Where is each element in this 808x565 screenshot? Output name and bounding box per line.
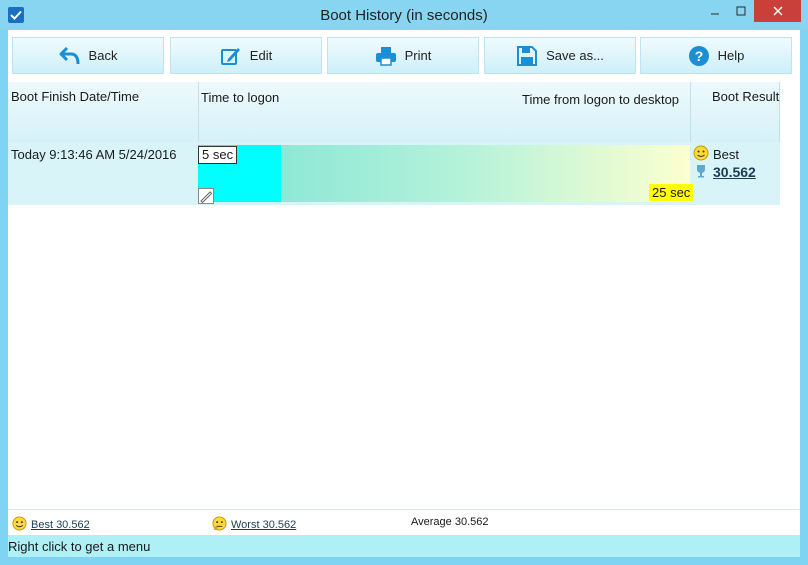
save-as-button[interactable]: Save as... bbox=[484, 37, 636, 74]
thinking-face-icon bbox=[212, 516, 227, 534]
save-as-label: Save as... bbox=[546, 48, 604, 63]
column-header-result[interactable]: Boot Result bbox=[712, 89, 779, 104]
edit-label: Edit bbox=[249, 48, 273, 63]
column-header-desktop[interactable]: Time from logon to desktop bbox=[522, 92, 679, 107]
help-button[interactable]: ? Help bbox=[640, 37, 792, 74]
logon-time-label: 5 sec bbox=[198, 146, 238, 164]
result-value-link[interactable]: 30.562 bbox=[713, 164, 756, 180]
column-header-date[interactable]: Boot Finish Date/Time bbox=[11, 89, 139, 104]
back-button[interactable]: Back bbox=[12, 37, 164, 74]
smiley-icon bbox=[12, 516, 27, 534]
result-rating: Best bbox=[713, 147, 740, 162]
summary-best-link[interactable]: Best 30.562 bbox=[31, 519, 90, 531]
printer-icon bbox=[375, 45, 397, 67]
smiley-icon bbox=[693, 145, 709, 164]
help-label: Help bbox=[717, 48, 745, 63]
desktop-time-bar bbox=[281, 145, 690, 202]
status-text: Right click to get a menu bbox=[8, 539, 151, 554]
print-button[interactable]: Print bbox=[327, 37, 479, 74]
client-area: Back Edit Print Save as... ? Help Boot F… bbox=[8, 30, 800, 557]
summary-best[interactable]: Best 30.562 bbox=[12, 516, 90, 534]
close-button[interactable] bbox=[754, 0, 801, 22]
boot-history-window: Boot History (in seconds) Back Edit Prin… bbox=[0, 0, 808, 565]
floppy-disk-icon bbox=[516, 45, 538, 67]
row-date: Today 9:13:46 AM 5/24/2016 bbox=[11, 147, 177, 162]
summary-bar: Best 30.562 Worst 30.562 Average 30.562 bbox=[8, 509, 800, 535]
edit-pencil-icon bbox=[220, 45, 242, 67]
help-question-icon: ? bbox=[688, 45, 710, 67]
edit-note-icon[interactable] bbox=[198, 188, 214, 204]
desktop-time-label: 25 sec bbox=[649, 184, 694, 201]
maximize-button[interactable] bbox=[728, 0, 754, 22]
status-bar: Right click to get a menu bbox=[8, 535, 800, 557]
trophy-icon bbox=[694, 164, 708, 181]
minimize-button[interactable] bbox=[702, 0, 728, 22]
title-bar[interactable]: Boot History (in seconds) bbox=[0, 0, 808, 30]
edit-button[interactable]: Edit bbox=[170, 37, 322, 74]
window-title: Boot History (in seconds) bbox=[320, 7, 488, 24]
back-arrow-icon bbox=[59, 45, 81, 67]
summary-worst[interactable]: Worst 30.562 bbox=[212, 516, 296, 534]
back-label: Back bbox=[88, 48, 118, 63]
column-header-logon[interactable]: Time to logon bbox=[201, 90, 279, 105]
summary-worst-link[interactable]: Worst 30.562 bbox=[231, 519, 296, 531]
svg-text:?: ? bbox=[694, 48, 703, 64]
summary-average: Average 30.562 bbox=[411, 516, 489, 528]
print-label: Print bbox=[404, 48, 432, 63]
toolbar: Back Edit Print Save as... ? Help bbox=[8, 30, 800, 78]
